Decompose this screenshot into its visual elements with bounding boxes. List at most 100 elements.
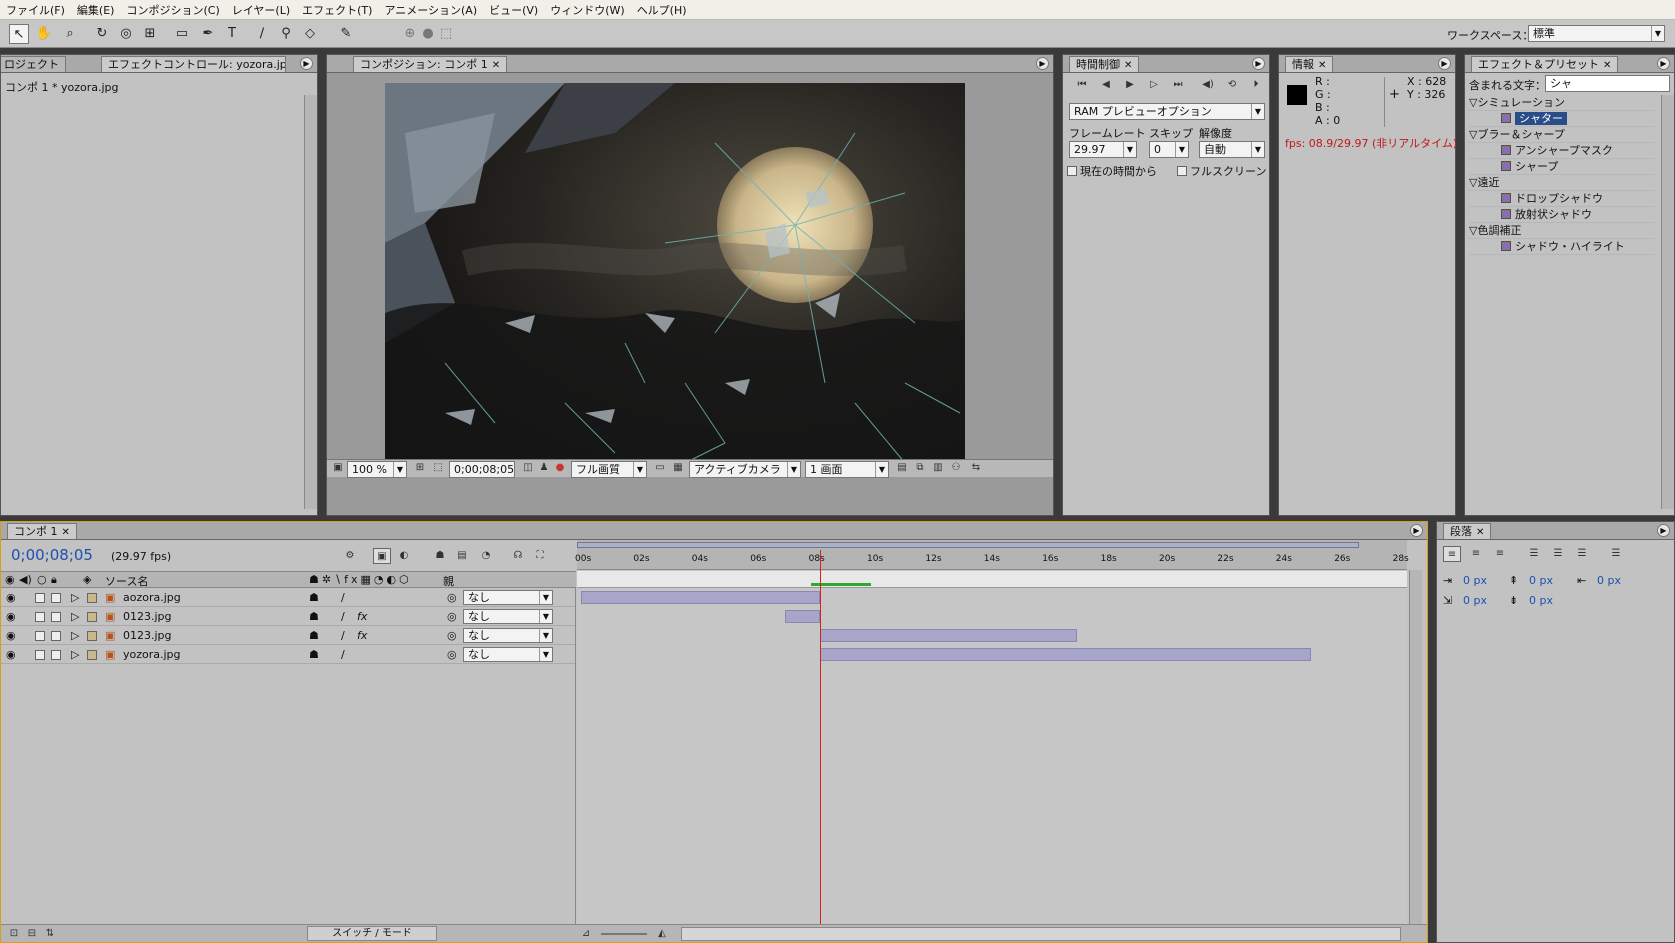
panel-menu-icon[interactable]: ▶	[1657, 57, 1670, 70]
tab-comp1[interactable]: コンポ 1 ✕	[7, 523, 77, 539]
world-axis-icon[interactable]: ●	[418, 24, 438, 44]
close-icon[interactable]: ✕	[1318, 60, 1326, 71]
loop-icon[interactable]: ⟲	[1223, 77, 1241, 93]
from-current-time-checkbox[interactable]: 現在の時間から	[1067, 163, 1157, 179]
justify-all-icon[interactable]: ☰	[1607, 546, 1625, 562]
puppet-pin-tool-icon[interactable]: ✎	[336, 24, 356, 44]
close-icon[interactable]: ✕	[1124, 60, 1132, 71]
flowchart-icon[interactable]: ⚇	[947, 460, 965, 476]
layer-duration-bar[interactable]	[785, 610, 821, 623]
tab-effects-presets[interactable]: エフェクト＆プリセット ✕	[1471, 56, 1619, 72]
zoom-select[interactable]: 100 % ▼	[347, 461, 407, 478]
close-icon[interactable]: ✕	[1603, 60, 1611, 71]
play-icon[interactable]: ▶	[1121, 77, 1139, 93]
frame-rate-select[interactable]: 29.97 ▼	[1069, 141, 1137, 158]
menu-layer[interactable]: レイヤー(L)	[226, 2, 296, 18]
live-update-icon[interactable]: ▣	[373, 548, 391, 564]
draft-3d-icon[interactable]: ◐	[395, 548, 413, 564]
layer-duration-bar[interactable]	[581, 591, 821, 604]
text-tool-icon[interactable]: T	[222, 24, 242, 44]
tree-category-perspective[interactable]: ▽遠近	[1469, 175, 1655, 191]
vertical-scrollbar[interactable]	[304, 95, 317, 509]
ram-preview-options-select[interactable]: RAM プレビューオプション ▼	[1069, 103, 1265, 120]
zoom-out-icon[interactable]: ⊿	[577, 926, 595, 942]
ram-preview-icon[interactable]: ⏵	[1247, 77, 1265, 93]
timeline-current-time[interactable]: 0;00;08;05	[11, 546, 93, 564]
zoom-in-icon[interactable]: ◭	[653, 926, 671, 942]
tab-time-controls[interactable]: 時間制御 ✕	[1069, 56, 1140, 72]
transparency-grid-icon[interactable]: ▦	[669, 460, 687, 476]
layer-duration-bar[interactable]	[820, 648, 1311, 661]
pen-tool-icon[interactable]: ✒	[198, 24, 218, 44]
tree-item-unsharp-mask[interactable]: アンシャープマスク	[1469, 143, 1655, 159]
workspace-select[interactable]: 標準 ▼	[1528, 25, 1665, 42]
rectangle-tool-icon[interactable]: ▭	[172, 24, 192, 44]
effects-search-input[interactable]: シャ	[1545, 75, 1670, 92]
expand-in-out-icon[interactable]: ⇅	[41, 926, 59, 942]
align-right-icon[interactable]: ≡	[1491, 546, 1509, 562]
composition-viewer[interactable]	[385, 83, 965, 471]
next-frame-icon[interactable]: ▷	[1145, 77, 1163, 93]
channel-icon[interactable]: ●	[551, 460, 569, 476]
horizontal-scrollbar[interactable]	[681, 927, 1401, 941]
toggle-pixel-aspect-icon[interactable]: ▤	[893, 460, 911, 476]
panel-menu-icon[interactable]: ▶	[1657, 524, 1670, 537]
first-frame-icon[interactable]: ⏮	[1073, 77, 1091, 93]
resolution-select[interactable]: フル画質 ▼	[571, 461, 647, 478]
hand-tool-icon[interactable]: ✋	[34, 24, 54, 44]
tree-item-shatter[interactable]: シャター	[1469, 111, 1655, 127]
zoom-slider[interactable]	[601, 933, 647, 935]
expand-switches-icon[interactable]: ⊡	[5, 926, 23, 942]
camera-select[interactable]: アクティブカメラ ▼	[689, 461, 801, 478]
expand-modes-icon[interactable]: ⊟	[23, 926, 41, 942]
layer-duration-bar[interactable]	[820, 629, 1078, 642]
tree-item-sharpen[interactable]: シャープ	[1469, 159, 1655, 175]
panel-menu-icon[interactable]: ▶	[1410, 524, 1423, 537]
tree-category-simulation[interactable]: ▽シミュレーション	[1469, 95, 1655, 111]
align-left-icon[interactable]: ≡	[1443, 546, 1461, 562]
panel-menu-icon[interactable]: ▶	[300, 57, 313, 70]
panel-menu-icon[interactable]: ▶	[1036, 57, 1049, 70]
clone-stamp-tool-icon[interactable]: ⚲	[276, 24, 296, 44]
space-after-value[interactable]: 0 px	[1529, 594, 1553, 607]
close-icon[interactable]: ✕	[62, 527, 70, 538]
parent-header[interactable]: 親	[443, 573, 454, 589]
space-before-value[interactable]: 0 px	[1529, 574, 1553, 587]
timeline-icon[interactable]: ▥	[929, 460, 947, 476]
view-axis-icon[interactable]: ⬚	[436, 24, 456, 44]
zoom-tool-icon[interactable]: ⌕	[60, 24, 80, 44]
tree-category-color-correction[interactable]: ▽色調補正	[1469, 223, 1655, 239]
fast-previews-icon[interactable]: ⧉	[911, 460, 929, 476]
orbit-camera-tool-icon[interactable]: ◎	[116, 24, 136, 44]
previous-frame-icon[interactable]: ◀	[1097, 77, 1115, 93]
tab-project[interactable]: ロジェクト	[1, 56, 66, 72]
tab-info[interactable]: 情報 ✕	[1285, 56, 1334, 72]
skip-select[interactable]: 0 ▼	[1149, 141, 1189, 158]
vertical-scrollbar[interactable]	[1409, 570, 1422, 924]
audio-icon[interactable]: ◀)	[1199, 77, 1217, 93]
fullscreen-checkbox[interactable]: フルスクリーン	[1177, 163, 1266, 179]
justify-left-icon[interactable]: ☰	[1525, 546, 1543, 562]
tree-category-blur-sharpen[interactable]: ▽ブラー＆シャープ	[1469, 127, 1655, 143]
tab-paragraph[interactable]: 段落 ✕	[1443, 523, 1492, 539]
region-of-interest-icon[interactable]: ▭	[651, 460, 669, 476]
vertical-scrollbar[interactable]	[1661, 95, 1674, 509]
axis-mode-icon[interactable]: ⊕	[400, 24, 420, 44]
tree-item-drop-shadow[interactable]: ドロップシャドウ	[1469, 191, 1655, 207]
time-ruler[interactable]: 00s 02s 04s 06s 08s 10s 12s 14s 16s 18s 20s 22s 24s 2…	[575, 540, 1409, 570]
comp-mini-flowchart-icon[interactable]: ⚙	[341, 548, 359, 564]
close-icon[interactable]: ✕	[1476, 527, 1484, 538]
frame-blending-icon[interactable]: ▤	[453, 548, 471, 564]
tree-item-shadow-highlight[interactable]: シャドウ・ハイライト	[1469, 239, 1655, 255]
close-icon[interactable]: ✕	[492, 60, 500, 71]
tree-item-radial-shadow[interactable]: 放射状シャドウ	[1469, 207, 1655, 223]
motion-blur-icon[interactable]: ◔	[477, 548, 495, 564]
indent-right-value[interactable]: 0 px	[1597, 574, 1621, 587]
resolution-select-preview[interactable]: 自動 ▼	[1199, 141, 1265, 158]
tab-composition[interactable]: コンポジション: コンポ 1 ✕	[353, 56, 508, 72]
eraser-tool-icon[interactable]: ◇	[300, 24, 320, 44]
reset-exposure-icon[interactable]: ⇆	[967, 460, 985, 476]
mask-view-icon[interactable]: ⬚	[429, 460, 447, 476]
justify-center-icon[interactable]: ☰	[1549, 546, 1567, 562]
pan-behind-tool-icon[interactable]: ⊞	[140, 24, 160, 44]
